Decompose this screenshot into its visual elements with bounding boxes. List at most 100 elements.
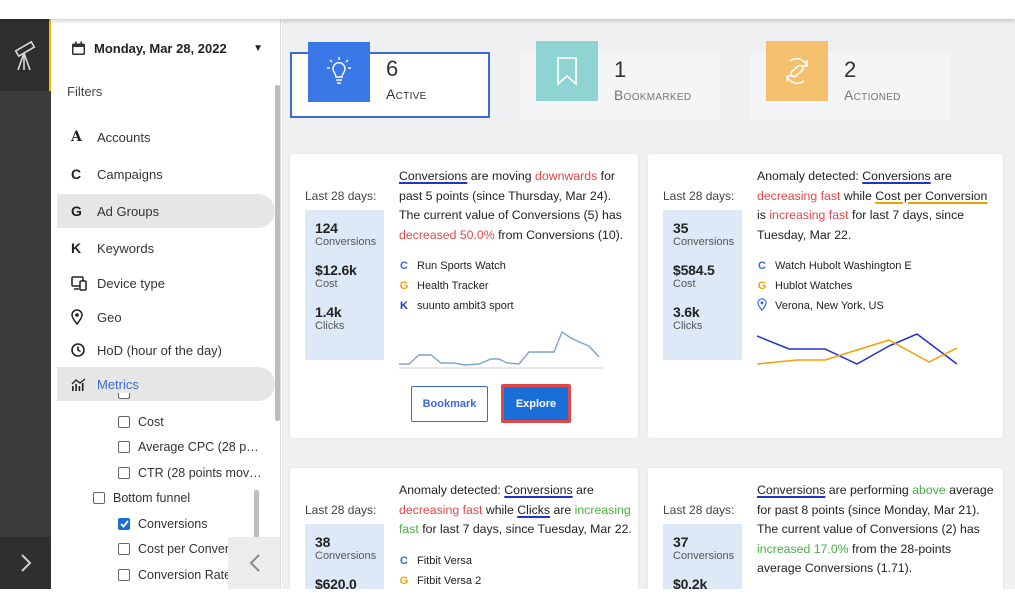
date-label: Monday, Mar 28, 2022 <box>94 41 227 56</box>
app-rail <box>0 19 51 589</box>
funnel-option-conversion-rate[interactable]: Conversion Rate ( <box>118 568 239 582</box>
collapse-panel-button[interactable] <box>228 537 280 589</box>
filter-hod[interactable]: HoD (hour of the day) <box>57 333 275 367</box>
tab-bookmarked[interactable]: 1 Bookmarked <box>520 41 720 119</box>
metric-link[interactable]: Conversions <box>862 169 930 183</box>
campaigns-icon: C <box>71 166 82 182</box>
calendar-icon <box>72 41 85 55</box>
filter-campaigns[interactable]: C Campaigns <box>57 157 275 191</box>
filter-metrics[interactable]: Metrics <box>57 367 275 401</box>
dimension-label: suunto ambit3 sport <box>417 300 514 312</box>
funnel-option-conversions[interactable]: Conversions <box>118 517 207 531</box>
stats-box: 124 Conversions $12.6k Cost 1.4k Clicks <box>305 210 384 360</box>
keyword-icon: K <box>400 300 408 312</box>
lightbulb-icon <box>308 42 370 102</box>
checkbox[interactable] <box>118 441 130 453</box>
dimension-label: Health Tracker <box>417 280 489 292</box>
expand-rail-button[interactable] <box>0 537 51 589</box>
chevron-left-icon <box>249 554 260 572</box>
metric-option-partial[interactable] <box>118 393 130 399</box>
metric-link[interactable]: Conversions <box>757 483 825 497</box>
comparison-sparkline <box>757 333 958 365</box>
filter-keywords[interactable]: K Keywords <box>57 231 275 265</box>
checkbox[interactable] <box>118 569 130 581</box>
filters-panel: Monday, Mar 28, 2022 ▼ Filters A Account… <box>51 19 281 589</box>
metrics-icon <box>71 377 97 391</box>
stat-unit: Clicks <box>315 320 345 332</box>
ad-groups-icon: G <box>71 203 82 219</box>
clock-icon <box>71 343 97 357</box>
dimension-label: Fitbit Versa 2 <box>417 575 482 587</box>
caret-down-icon: ▼ <box>253 43 263 54</box>
filter-ad-groups[interactable]: G Ad Groups <box>57 194 275 228</box>
metric-option-average-cpc[interactable]: Average CPC (28 p… <box>118 440 259 454</box>
ad-group-icon: G <box>399 280 409 292</box>
period-label: Last 28 days: <box>305 503 377 517</box>
filter-accounts[interactable]: A Accounts <box>57 120 275 154</box>
insight-text: Anomaly detected: Conversions are decrea… <box>399 483 632 536</box>
chevron-right-icon <box>20 554 31 572</box>
insight-text: Conversions are performing above average… <box>757 483 994 575</box>
period-label: Last 28 days: <box>305 189 377 203</box>
stat-value: 124 <box>315 220 338 236</box>
dimension-label: Run Sports Watch <box>417 260 506 272</box>
location-pin-icon <box>757 298 767 314</box>
ad-group-icon: G <box>399 575 409 587</box>
tab-actioned-label: Actioned <box>844 87 901 103</box>
panel-scrollbar[interactable] <box>275 85 280 421</box>
checkbox[interactable] <box>93 492 105 504</box>
stat-unit: Cost <box>315 278 338 290</box>
accounts-icon: A <box>71 129 82 145</box>
dimension-list: C Watch Hubolt Washington E G Hublot Watch… <box>757 256 912 316</box>
metric-link[interactable]: Conversions <box>399 169 467 183</box>
dimension-label: Verona, New York, US <box>775 300 884 312</box>
period-label: Last 28 days: <box>663 189 735 203</box>
bottom-funnel-group[interactable]: Bottom funnel <box>93 491 190 505</box>
campaign-icon: C <box>400 260 408 272</box>
tab-bookmarked-label: Bookmarked <box>614 87 692 103</box>
explore-button[interactable]: Explore <box>501 384 571 423</box>
stat-value: $584.5 <box>673 262 715 278</box>
checkbox[interactable] <box>118 467 130 479</box>
campaign-icon: C <box>400 555 408 567</box>
insight-card-1: Last 28 days: 124 Conversions $12.6k Cos… <box>290 154 638 438</box>
dimension-label: Hublot Watches <box>775 280 853 292</box>
stat-unit: Conversions <box>673 550 735 562</box>
ad-group-icon: G <box>757 280 767 292</box>
metric-link[interactable]: Cost per Conversion <box>875 189 987 203</box>
checkbox[interactable] <box>118 543 130 555</box>
bookmark-button[interactable]: Bookmark <box>411 386 488 422</box>
checkbox[interactable] <box>118 416 130 428</box>
insight-card-4: Last 28 days: 37 Conversions $0.2k Conve… <box>648 468 1003 608</box>
metric-link[interactable]: Conversions <box>504 483 572 497</box>
metric-option-ctr[interactable]: CTR (28 points mov… <box>118 466 262 480</box>
actioned-icon <box>766 41 828 101</box>
tab-bookmarked-count: 1 <box>614 57 627 82</box>
stats-box: 38 Conversions $620.0 <box>305 524 384 594</box>
dimension-label: Watch Hubolt Washington E <box>775 260 912 272</box>
stat-unit: Clicks <box>673 320 703 332</box>
funnel-option-cost-per-conversion[interactable]: Cost per Conversi <box>118 542 238 556</box>
metric-link[interactable]: Clicks <box>517 503 550 517</box>
stats-box: 35 Conversions $584.5 Cost 3.6k Clicks <box>663 210 742 360</box>
filter-device-type[interactable]: Device type <box>57 266 275 300</box>
insight-text: Conversions are moving downwards for pas… <box>399 169 624 242</box>
checkbox-checked[interactable] <box>118 518 130 530</box>
tab-active-count: 6 <box>386 56 399 81</box>
dimension-list: C Fitbit Versa G Fitbit Versa 2 <box>399 551 481 591</box>
telescope-logo-icon[interactable] <box>0 19 51 91</box>
dimension-list: C Run Sports Watch G Health Tracker Ksuunt… <box>399 256 514 316</box>
dimension-label: Fitbit Versa <box>417 555 473 567</box>
tab-active[interactable]: 6 Active <box>290 42 490 118</box>
trend-sparkline <box>399 330 603 369</box>
metric-option-cost[interactable]: Cost <box>118 415 164 429</box>
stat-unit: Conversions <box>315 550 377 562</box>
bottom-strip <box>0 589 1015 608</box>
filters-title: Filters <box>67 84 103 99</box>
tab-actioned[interactable]: 2 Actioned <box>750 41 950 119</box>
stat-unit: Cost <box>673 278 696 290</box>
keywords-icon: K <box>71 240 82 256</box>
date-picker[interactable]: Monday, Mar 28, 2022 ▼ <box>71 41 263 56</box>
filter-geo[interactable]: Geo <box>57 300 275 334</box>
stat-value: 35 <box>673 220 689 236</box>
